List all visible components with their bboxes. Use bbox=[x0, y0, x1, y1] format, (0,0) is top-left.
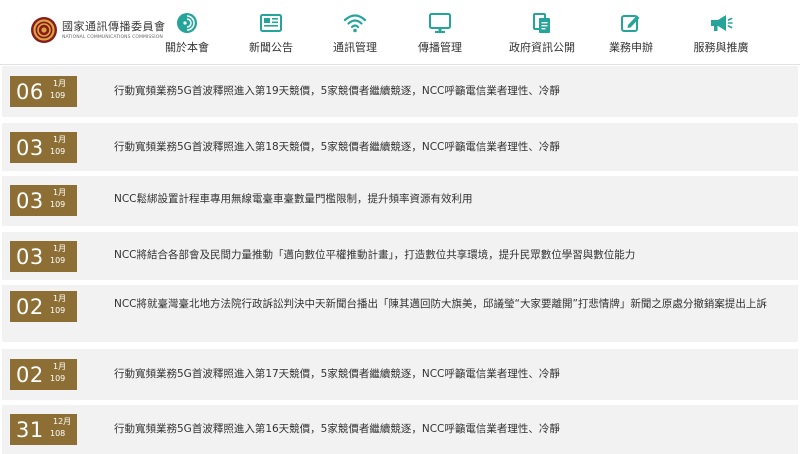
date-day: 06 bbox=[16, 80, 44, 104]
date-badge: 02 1月 109 bbox=[10, 291, 77, 322]
date-badge: 06 1月 109 bbox=[10, 76, 77, 107]
nav-about-label: 關於本會 bbox=[165, 41, 209, 54]
date-badge: 31 12月 108 bbox=[10, 414, 77, 445]
nav-gov-info[interactable]: 政府資訊公開 bbox=[490, 10, 594, 56]
news-title[interactable]: NCC鬆綁設置計程車專用無線電臺車臺數量門檻限制，提升頻率資源有效利用 bbox=[114, 190, 786, 209]
date-badge: 03 1月 109 bbox=[10, 241, 77, 272]
news-item[interactable]: 02 1月 109 NCC將就臺灣臺北地方法院行政訴訟判決中天新聞台播出「陳其邁… bbox=[2, 285, 798, 342]
news-item[interactable]: 03 1月 109 行動寬頻業務5G首波釋照進入第18天競價，5家競價者繼續競逐… bbox=[2, 123, 798, 171]
news-icon bbox=[260, 14, 282, 32]
nav-news-label: 新聞公告 bbox=[249, 41, 293, 54]
nav-telecom-label: 通訊管理 bbox=[333, 41, 377, 54]
date-day: 31 bbox=[16, 418, 44, 442]
date-year: 109 bbox=[50, 374, 66, 383]
date-year: 108 bbox=[50, 429, 66, 438]
date-day: 03 bbox=[16, 189, 44, 213]
nav-services-apply[interactable]: 業務申辦 bbox=[586, 10, 676, 56]
monitor-icon bbox=[429, 13, 451, 33]
news-title[interactable]: NCC將結合各部會及民間力量推動「邁向數位平權推動計畫」，打造數位共享環境，提升… bbox=[114, 246, 786, 265]
news-title[interactable]: 行動寬頻業務5G首波釋照進入第17天競價，5家競價者繼續競逐，NCC呼籲電信業者… bbox=[114, 365, 786, 384]
date-year: 109 bbox=[50, 91, 66, 100]
edit-icon bbox=[621, 15, 640, 32]
date-year: 109 bbox=[50, 200, 66, 209]
news-item[interactable]: 06 1月 109 行動寬頻業務5G首波釋照進入第19天競價，5家競價者繼續競逐… bbox=[2, 66, 798, 117]
news-title[interactable]: NCC將就臺灣臺北地方法院行政訴訟判決中天新聞台播出「陳其邁回防大旗美，邱議瑩“… bbox=[114, 294, 786, 314]
site-header: 國家通訊傳播委員會 NATIONAL COMMUNICATIONS COMMIS… bbox=[0, 0, 800, 65]
date-year: 109 bbox=[50, 147, 66, 156]
date-badge: 03 1月 109 bbox=[10, 132, 77, 163]
nav-about[interactable]: 關於本會 bbox=[142, 10, 232, 56]
document-icon bbox=[533, 13, 550, 33]
date-month: 1月 bbox=[53, 362, 67, 371]
nav-news[interactable]: 新聞公告 bbox=[226, 10, 316, 56]
nav-broadcast[interactable]: 傳播管理 bbox=[395, 10, 485, 56]
news-item[interactable]: 02 1月 109 行動寬頻業務5G首波釋照進入第17天競價，5家競價者繼續競逐… bbox=[2, 349, 798, 400]
nav-promotion[interactable]: 服務與推廣 bbox=[676, 10, 766, 56]
date-month: 1月 bbox=[53, 244, 67, 253]
news-title[interactable]: 行動寬頻業務5G首波釋照進入第19天競價，5家競價者繼續競逐，NCC呼籲電信業者… bbox=[114, 82, 786, 101]
date-month: 1月 bbox=[53, 79, 67, 88]
about-icon bbox=[177, 13, 197, 33]
date-year: 109 bbox=[50, 306, 66, 315]
nav-telecom[interactable]: 通訊管理 bbox=[310, 10, 400, 56]
megaphone-icon bbox=[711, 15, 733, 31]
news-title[interactable]: 行動寬頻業務5G首波釋照進入第18天競價，5家競價者繼續競逐，NCC呼籲電信業者… bbox=[114, 138, 786, 157]
nav-promotion-label: 服務與推廣 bbox=[693, 41, 749, 54]
nav-gov-info-label: 政府資訊公開 bbox=[509, 41, 575, 54]
news-item[interactable]: 03 1月 109 NCC鬆綁設置計程車專用無線電臺車臺數量門檻限制，提升頻率資… bbox=[2, 176, 798, 226]
date-month: 1月 bbox=[53, 135, 67, 144]
ncc-logo-icon bbox=[31, 17, 57, 43]
date-day: 03 bbox=[16, 245, 44, 269]
date-year: 109 bbox=[50, 256, 66, 265]
date-badge: 03 1月 109 bbox=[10, 185, 77, 216]
date-day: 02 bbox=[16, 295, 44, 319]
nav-services-apply-label: 業務申辦 bbox=[609, 41, 653, 54]
date-month: 12月 bbox=[53, 417, 72, 426]
news-item[interactable]: 03 1月 109 NCC將結合各部會及民間力量推動「邁向數位平權推動計畫」，打… bbox=[2, 232, 798, 280]
date-month: 1月 bbox=[53, 188, 67, 197]
news-item[interactable]: 31 12月 108 行動寬頻業務5G首波釋照進入第16天競價，5家競價者繼續競… bbox=[2, 405, 798, 454]
date-month: 1月 bbox=[53, 294, 67, 303]
date-day: 03 bbox=[16, 136, 44, 160]
nav-broadcast-label: 傳播管理 bbox=[418, 41, 462, 54]
wifi-icon bbox=[343, 14, 367, 33]
news-title[interactable]: 行動寬頻業務5G首波釋照進入第16天競價，5家競價者繼續競逐，NCC呼籲電信業者… bbox=[114, 420, 786, 439]
date-day: 02 bbox=[16, 363, 44, 387]
date-badge: 02 1月 109 bbox=[10, 359, 77, 390]
